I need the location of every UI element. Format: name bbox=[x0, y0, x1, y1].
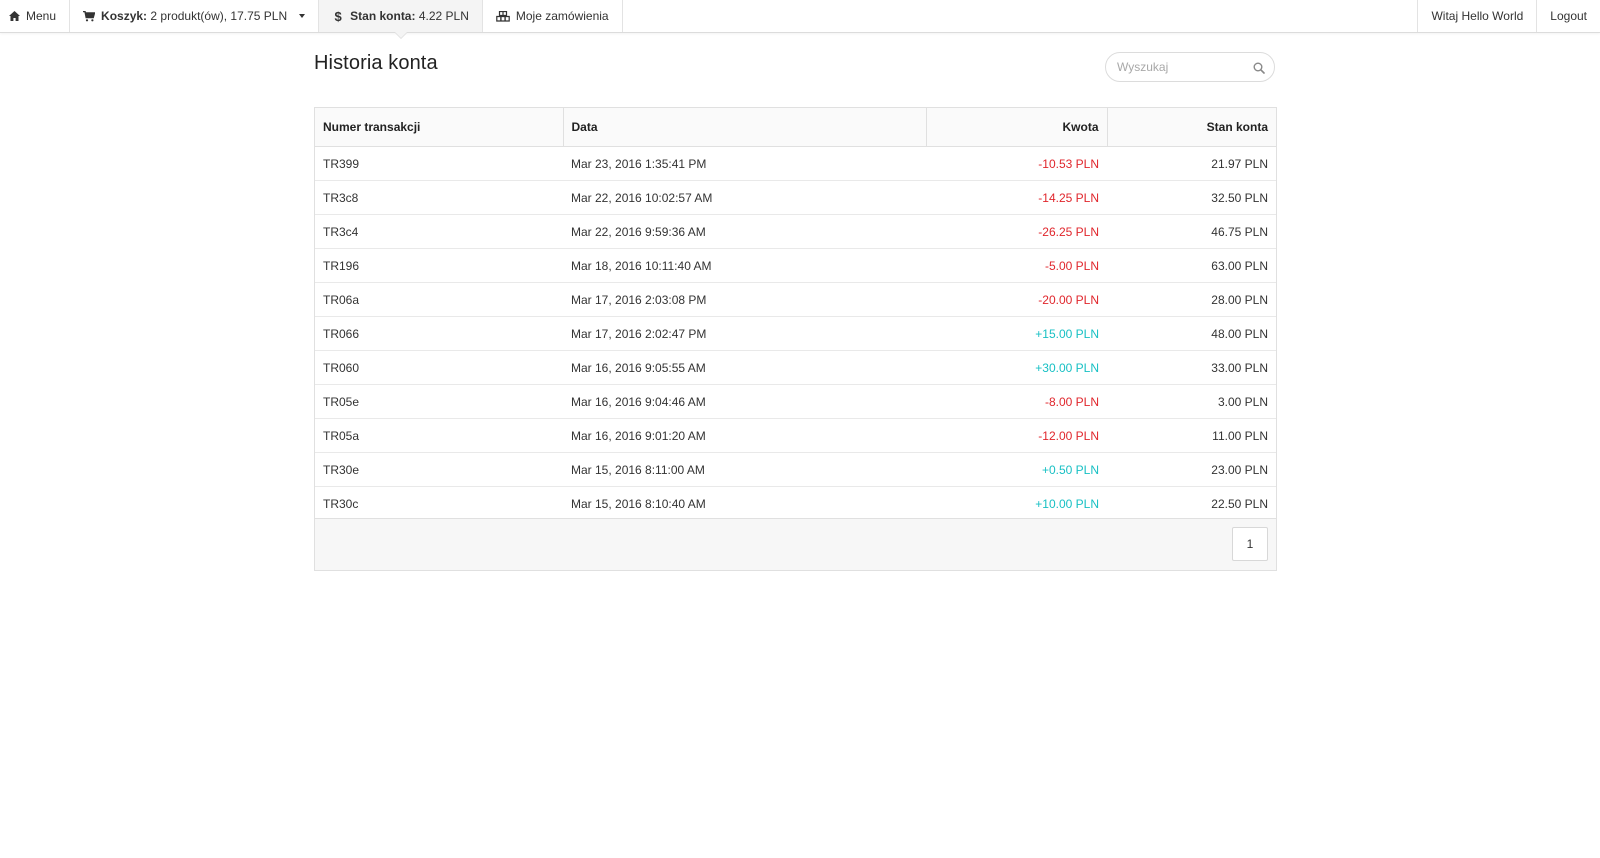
transaction-balance-cell: 33.00 PLN bbox=[1107, 350, 1276, 385]
transaction-balance-cell: 28.00 PLN bbox=[1107, 282, 1276, 317]
transaction-date-cell: Mar 22, 2016 9:59:36 AM bbox=[563, 214, 926, 249]
transaction-balance-cell: 46.75 PLN bbox=[1107, 214, 1276, 249]
search-icon[interactable] bbox=[1253, 61, 1265, 79]
table-row: TR06a Mar 17, 2016 2:03:08 PM -20.00 PLN 28… bbox=[315, 282, 1276, 317]
transaction-date-cell: Mar 16, 2016 9:04:46 AM bbox=[563, 384, 926, 419]
transaction-number-cell: TR05e bbox=[315, 384, 563, 419]
transaction-date-cell: Mar 18, 2016 10:11:40 AM bbox=[563, 248, 926, 283]
transaction-number-cell: TR066 bbox=[315, 316, 563, 351]
transaction-balance-cell: 11.00 PLN bbox=[1107, 418, 1276, 453]
logout-link[interactable]: Logout bbox=[1536, 0, 1600, 32]
nav-menu-label: Menu bbox=[26, 9, 57, 23]
transaction-amount-cell: -20.00 PLN bbox=[926, 282, 1107, 317]
transaction-number-cell: TR399 bbox=[315, 146, 563, 181]
nav-welcome[interactable]: Witaj Hello World bbox=[1417, 0, 1536, 32]
transaction-amount-cell: -14.25 PLN bbox=[926, 180, 1107, 215]
transaction-balance-cell: 22.50 PLN bbox=[1107, 486, 1276, 521]
header-transaction-number[interactable]: Numer transakcji bbox=[315, 108, 563, 147]
transaction-balance-cell: 23.00 PLN bbox=[1107, 452, 1276, 487]
transaction-amount-cell: -8.00 PLN bbox=[926, 384, 1107, 419]
transaction-number-cell: TR05a bbox=[315, 418, 563, 453]
table-row: TR060 Mar 16, 2016 9:05:55 AM +30.00 PLN 33… bbox=[315, 350, 1276, 385]
transaction-amount-cell: -26.25 PLN bbox=[926, 214, 1107, 249]
nav-welcome-label: Witaj Hello World bbox=[1431, 9, 1524, 23]
transaction-number-cell: TR3c4 bbox=[315, 214, 563, 249]
dollar-icon: $ bbox=[334, 8, 342, 24]
transaction-number-cell: TR30c bbox=[315, 486, 563, 521]
transaction-amount-cell: -12.00 PLN bbox=[926, 418, 1107, 453]
transaction-number-cell: TR06a bbox=[315, 282, 563, 317]
transaction-date-cell: Mar 16, 2016 9:05:55 AM bbox=[563, 350, 926, 385]
transaction-balance-cell: 63.00 PLN bbox=[1107, 248, 1276, 283]
page-title: Historia konta bbox=[314, 52, 438, 74]
search-box[interactable] bbox=[1105, 52, 1275, 82]
nav-cart-summary: 2 produkt(ów), 17.75 PLN bbox=[150, 9, 288, 23]
table-row: TR196 Mar 18, 2016 10:11:40 AM -5.00 PLN 63… bbox=[315, 248, 1276, 283]
transaction-date-cell: Mar 15, 2016 8:11:00 AM bbox=[563, 452, 926, 487]
transaction-date-cell: Mar 23, 2016 1:35:41 PM bbox=[563, 146, 926, 181]
nav-balance-label: Stan konta: bbox=[350, 9, 416, 23]
home-icon bbox=[8, 10, 20, 22]
nav-cart[interactable]: Koszyk: 2 produkt(ów), 17.75 PLN bbox=[70, 0, 320, 32]
transaction-date-cell: Mar 22, 2016 10:02:57 AM bbox=[563, 180, 926, 215]
transaction-amount-cell: +30.00 PLN bbox=[926, 350, 1107, 385]
header-balance[interactable]: Stan konta bbox=[1106, 108, 1276, 147]
nav-menu[interactable]: Menu bbox=[0, 0, 71, 32]
transaction-date-cell: Mar 16, 2016 9:01:20 AM bbox=[563, 418, 926, 453]
table-row: TR066 Mar 17, 2016 2:02:47 PM +15.00 PLN 48… bbox=[315, 316, 1276, 351]
transaction-amount-cell: -10.53 PLN bbox=[926, 146, 1107, 181]
transactions-table: Numer transakcji Data Kwota Stan konta T… bbox=[315, 108, 1276, 521]
transaction-date-cell: Mar 17, 2016 2:02:47 PM bbox=[563, 316, 926, 351]
nav-balance-value: 4.22 PLN bbox=[418, 9, 469, 23]
transaction-date-cell: Mar 17, 2016 2:03:08 PM bbox=[563, 282, 926, 317]
transaction-balance-cell: 3.00 PLN bbox=[1107, 384, 1276, 419]
pagination-page-button[interactable]: 1 bbox=[1232, 527, 1268, 561]
logout-label: Logout bbox=[1550, 9, 1587, 23]
transaction-number-cell: TR060 bbox=[315, 350, 563, 385]
transaction-number-cell: TR30e bbox=[315, 452, 563, 487]
transaction-balance-cell: 32.50 PLN bbox=[1107, 180, 1276, 215]
chevron-down-icon bbox=[299, 14, 306, 18]
cart-icon bbox=[83, 10, 96, 22]
transaction-amount-cell: -5.00 PLN bbox=[926, 248, 1107, 283]
table-row: TR30e Mar 15, 2016 8:11:00 AM +0.50 PLN 23.… bbox=[315, 452, 1276, 487]
transactions-panel: Numer transakcji Data Kwota Stan konta T… bbox=[314, 107, 1277, 571]
transaction-date-cell: Mar 15, 2016 8:10:40 AM bbox=[563, 486, 926, 521]
search-input[interactable] bbox=[1117, 60, 1247, 74]
table-row: TR05e Mar 16, 2016 9:04:46 AM -8.00 PLN 3.0… bbox=[315, 384, 1276, 419]
table-row: TR3c8 Mar 22, 2016 10:02:57 AM -14.25 PLN 3… bbox=[315, 180, 1276, 215]
table-row: TR30c Mar 15, 2016 8:10:40 AM +10.00 PLN 22… bbox=[315, 486, 1276, 521]
nav-orders-label: Moje zamówienia bbox=[515, 9, 609, 23]
cubes-icon bbox=[496, 10, 510, 22]
table-row: TR05a Mar 16, 2016 9:01:20 AM -12.00 PLN 11… bbox=[315, 418, 1276, 453]
header-date[interactable]: Data bbox=[562, 108, 926, 147]
header-amount[interactable]: Kwota bbox=[925, 108, 1107, 147]
transaction-balance-cell: 48.00 PLN bbox=[1107, 316, 1276, 351]
nav-orders[interactable]: Moje zamówienia bbox=[483, 0, 623, 32]
table-footer: 1 bbox=[315, 518, 1276, 570]
transaction-number-cell: TR196 bbox=[315, 248, 563, 283]
nav-balance[interactable]: $ Stan konta: 4.22 PLN bbox=[319, 0, 483, 39]
transaction-amount-cell: +10.00 PLN bbox=[926, 486, 1107, 521]
table-row: TR3c4 Mar 22, 2016 9:59:36 AM -26.25 PLN 46… bbox=[315, 214, 1276, 249]
table-header-row: Numer transakcji Data Kwota Stan konta bbox=[315, 108, 1276, 147]
transaction-amount-cell: +0.50 PLN bbox=[926, 452, 1107, 487]
transaction-number-cell: TR3c8 bbox=[315, 180, 563, 215]
table-row: TR399 Mar 23, 2016 1:35:41 PM -10.53 PLN 21… bbox=[315, 146, 1276, 181]
transaction-amount-cell: +15.00 PLN bbox=[926, 316, 1107, 351]
top-navbar: Menu Koszyk: 2 produkt(ów), 17.75 PLN $ … bbox=[0, 0, 1600, 39]
transaction-balance-cell: 21.97 PLN bbox=[1107, 146, 1276, 181]
nav-cart-label: Koszyk: bbox=[101, 9, 148, 23]
